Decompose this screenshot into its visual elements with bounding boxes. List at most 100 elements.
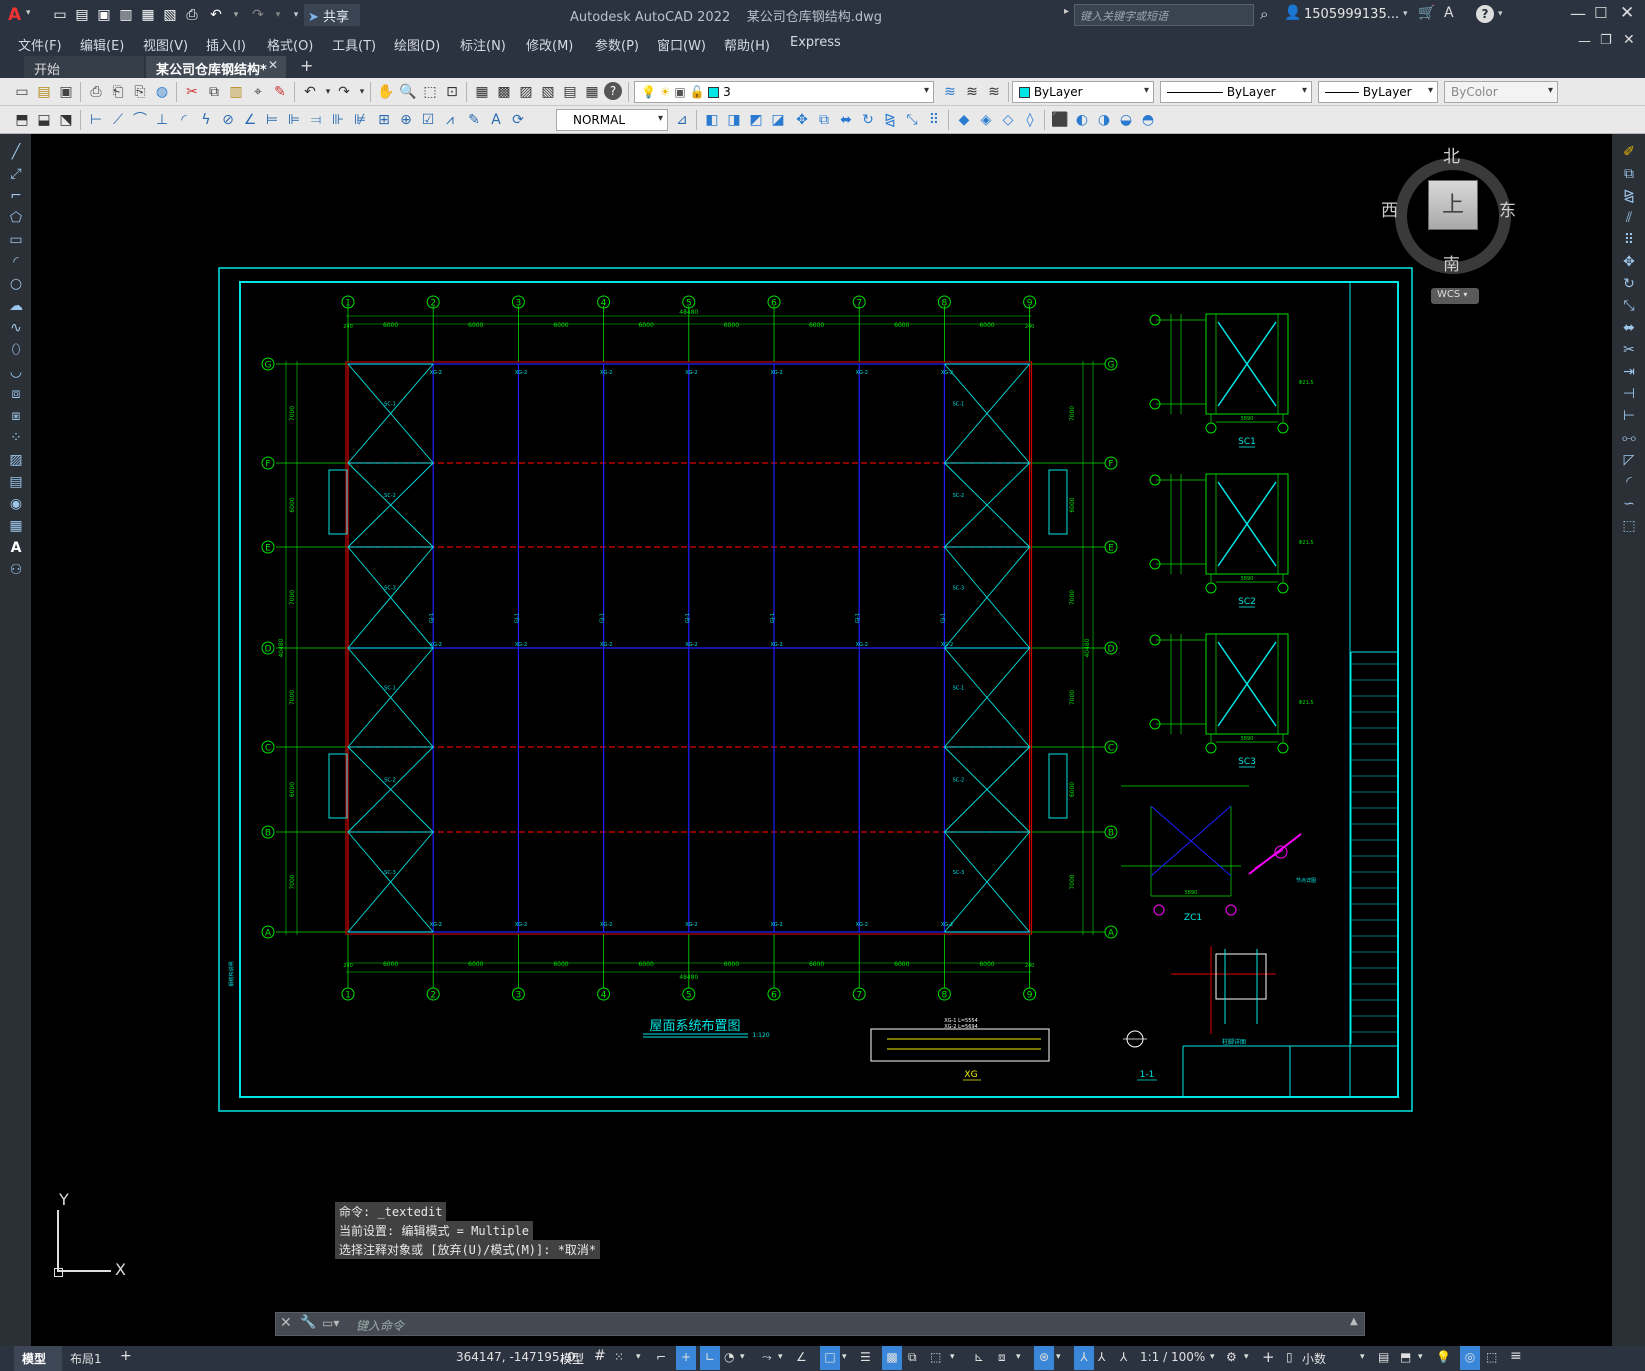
layer-dropdown[interactable]: 💡 ☀ ▣ 🔓 3 ▾ bbox=[634, 81, 934, 103]
new-icon[interactable]: ▭ bbox=[12, 82, 32, 102]
chamfer-icon[interactable]: ◸ bbox=[1618, 450, 1640, 470]
undo-dropdown-icon[interactable]: ▾ bbox=[226, 5, 246, 25]
customize-icon[interactable]: 🔧 bbox=[300, 1315, 316, 1330]
save-icon[interactable]: ▣ bbox=[56, 82, 76, 102]
extrude-icon[interactable]: ⬛ bbox=[1050, 110, 1070, 130]
coordinates-readout[interactable]: 364147, -147195, 0 bbox=[456, 1350, 575, 1364]
zoom-realtime-icon[interactable]: 🔍 bbox=[398, 82, 418, 102]
cut-icon[interactable]: ✂ bbox=[182, 82, 202, 102]
stretch-icon[interactable]: ⬌ bbox=[1618, 318, 1640, 338]
baseline-dim-icon[interactable]: ⊫ bbox=[284, 110, 304, 130]
quick-dim-icon[interactable]: ⊨ bbox=[262, 110, 282, 130]
plot-icon[interactable]: ⎙ bbox=[182, 5, 202, 25]
plotstyle-dropdown[interactable]: ByColor ▾ bbox=[1444, 81, 1558, 103]
new-icon[interactable]: ▭ bbox=[50, 5, 70, 25]
object-snap-icon[interactable]: □ bbox=[820, 1346, 840, 1370]
extend-icon[interactable]: ⇥ bbox=[1618, 362, 1640, 382]
maximize-button[interactable]: ☐ bbox=[1594, 4, 1607, 22]
dim-break-icon[interactable]: ⊯ bbox=[350, 110, 370, 130]
diameter-dim-icon[interactable]: ⊘ bbox=[218, 110, 238, 130]
help-icon[interactable]: ? bbox=[604, 82, 622, 100]
layer-properties-icon[interactable]: ≋ bbox=[940, 82, 960, 102]
selection-cycling-icon[interactable]: ⧉ bbox=[908, 1350, 917, 1365]
dim-edit-icon[interactable]: ✎ bbox=[464, 110, 484, 130]
menu-insert[interactable]: 插入(I) bbox=[206, 35, 246, 54]
line-icon[interactable]: ╱ bbox=[5, 142, 27, 162]
customization-icon[interactable]: ≡ bbox=[1510, 1348, 1522, 1364]
fillet-icon[interactable]: ◜ bbox=[1618, 472, 1640, 492]
dim-space-icon[interactable]: ⊪ bbox=[328, 110, 348, 130]
transparency-icon[interactable]: ▩ bbox=[882, 1346, 902, 1370]
redo-dropdown-icon[interactable]: ▾ bbox=[352, 82, 372, 102]
units-value[interactable]: 小数 bbox=[1302, 1350, 1326, 1367]
blend-curves-icon[interactable]: ∽ bbox=[1618, 494, 1640, 514]
polar-dropdown-icon[interactable]: ▾ bbox=[740, 1352, 745, 1362]
ellipse-arc-icon[interactable]: ◡ bbox=[5, 362, 27, 382]
osnap-dropdown-icon[interactable]: ▾ bbox=[842, 1352, 847, 1362]
command-line[interactable]: ✕ 🔧 ▭▾ 键入命令 ▲ bbox=[275, 1312, 1365, 1336]
radius-dim-icon[interactable]: ◜ bbox=[174, 110, 194, 130]
move-icon[interactable]: ✥ bbox=[1618, 252, 1640, 272]
plot-preview-icon[interactable]: ⎗ bbox=[108, 82, 128, 102]
paste-icon[interactable]: ▥ bbox=[226, 82, 246, 102]
spline-icon[interactable]: ∿ bbox=[5, 318, 27, 338]
offset-icon[interactable]: ⫽ bbox=[1618, 208, 1640, 228]
search-expand-icon[interactable]: ▸ bbox=[1064, 6, 1069, 17]
customize-qat-icon[interactable]: ▾ bbox=[286, 5, 306, 25]
explode-icon[interactable]: ⬚ bbox=[1618, 516, 1640, 536]
below-icon[interactable]: ◪ bbox=[768, 110, 788, 130]
units-icon[interactable]: ▯ bbox=[1286, 1350, 1293, 1364]
rotate-icon[interactable]: ↻ bbox=[1618, 274, 1640, 294]
mirror-icon[interactable]: ⧎ bbox=[1618, 186, 1640, 206]
properties-icon[interactable]: ▦ bbox=[472, 82, 492, 102]
help-icon[interactable]: ? bbox=[1476, 5, 1494, 23]
dim-style-dropdown[interactable]: NORMAL ▾ bbox=[556, 109, 668, 131]
arc-length-icon[interactable]: ⌒ bbox=[130, 110, 150, 130]
lineweight-dropdown[interactable]: ByLayer ▾ bbox=[1318, 81, 1438, 103]
menu-tools[interactable]: 工具(T) bbox=[332, 35, 376, 54]
point-icon[interactable]: ⁘ bbox=[5, 428, 27, 448]
arc-icon[interactable]: ◜ bbox=[5, 252, 27, 272]
auto-scale-icon[interactable]: ⅄ bbox=[1098, 1350, 1105, 1364]
compass-west[interactable]: 西 bbox=[1381, 196, 1398, 221]
sheet-set-icon[interactable]: ▧ bbox=[538, 82, 558, 102]
drawing-canvas[interactable]: 1 1 2 2 3 3 4 4 5 5 6 6 7 7 8 8 9 9 G G F F E E D D C C B B A A 6000 6000… bbox=[31, 134, 1612, 1346]
web-icon[interactable]: ◍ bbox=[152, 82, 172, 102]
copy-icon[interactable]: ⧉ bbox=[204, 82, 224, 102]
gradient-icon[interactable]: ▤ bbox=[5, 472, 27, 492]
layout-tab[interactable]: 布局1 bbox=[70, 1350, 102, 1367]
object-snap-tracking-icon[interactable]: ∠ bbox=[796, 1350, 807, 1364]
break-point-icon[interactable]: ⊣ bbox=[1618, 384, 1640, 404]
autocad-logo[interactable]: A bbox=[8, 5, 21, 25]
recent-commands-icon[interactable]: ▭▾ bbox=[322, 1316, 339, 1330]
region-draw-icon[interactable]: ◉ bbox=[5, 494, 27, 514]
doc-restore-button[interactable]: ❐ bbox=[1600, 33, 1612, 48]
polar-icon[interactable]: ◔ bbox=[724, 1350, 734, 1364]
linetype-dropdown[interactable]: ByLayer ▾ bbox=[1160, 81, 1312, 103]
continue-dim-icon[interactable]: ⫤ bbox=[306, 110, 326, 130]
snap-dropdown-icon[interactable]: ▾ bbox=[636, 1352, 641, 1362]
linear-dim-icon[interactable]: ⊢ bbox=[86, 110, 106, 130]
tool-palettes-icon[interactable]: ▨ bbox=[516, 82, 536, 102]
annotation-monitor-icon[interactable]: + bbox=[1262, 1348, 1275, 1366]
search-input[interactable]: 键入关键字或短语 bbox=[1074, 4, 1254, 26]
menu-draw[interactable]: 绘图(D) bbox=[394, 35, 440, 54]
revcloud-icon[interactable]: ☁ bbox=[5, 296, 27, 316]
menu-express[interactable]: Express bbox=[790, 35, 841, 50]
tolerance-icon[interactable]: ⊞ bbox=[374, 110, 394, 130]
design-center-icon[interactable]: ▩ bbox=[494, 82, 514, 102]
tab-current-drawing[interactable]: 某公司仓库钢结构* bbox=[146, 56, 286, 78]
above-icon[interactable]: ◩ bbox=[746, 110, 766, 130]
menu-parametric[interactable]: 参数(P) bbox=[595, 35, 639, 54]
command-close-icon[interactable]: ✕ bbox=[280, 1315, 292, 1331]
cart-icon[interactable]: 🛒 bbox=[1418, 5, 1435, 21]
isolate-objects-icon[interactable]: 💡 bbox=[1436, 1350, 1451, 1364]
markup-icon[interactable]: ▤ bbox=[560, 82, 580, 102]
save-web-icon[interactable]: ▧ bbox=[160, 5, 180, 25]
annotation-scale-value[interactable]: 1:1 / 100% bbox=[1140, 1350, 1205, 1364]
break-icon[interactable]: ⊢ bbox=[1618, 406, 1640, 426]
inspect-icon[interactable]: ☑ bbox=[418, 110, 438, 130]
loft-icon[interactable]: ◒ bbox=[1116, 110, 1136, 130]
lock-ui-dropdown-icon[interactable]: ▾ bbox=[1418, 1352, 1423, 1362]
multiline-text-icon[interactable]: A bbox=[5, 538, 27, 558]
